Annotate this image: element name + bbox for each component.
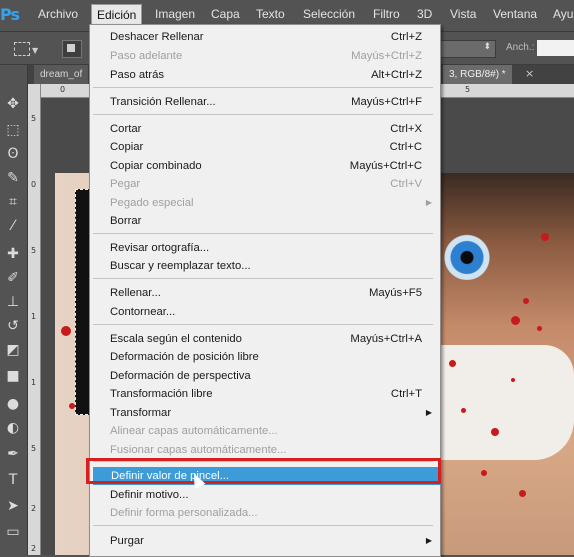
menu-item-deformacion-perspectiva[interactable]: Deformación de perspectiva	[90, 367, 438, 385]
menu-item-copiar-combinado[interactable]: Copiar combinado Mayús+Ctrl+C	[90, 157, 438, 175]
menu-item-deformacion-posicion[interactable]: Deformación de posición libre	[90, 348, 438, 366]
menu-item-definir-forma: Definir forma personalizada...	[110, 507, 258, 519]
paint-spot	[461, 408, 466, 413]
menu-item-paso-atras[interactable]: Paso atrás Alt+Ctrl+Z	[90, 66, 438, 84]
menu-item-transformar[interactable]: Transformar ▶	[90, 404, 438, 422]
menu-item-revisar-ortografia[interactable]: Revisar ortografía...	[90, 239, 438, 257]
width-label: Anch.:	[506, 42, 535, 53]
menu-item-pegar: Pegar Ctrl+V	[110, 178, 422, 190]
menu-item-transicion[interactable]: Transición Rellenar... Mayús+Ctrl+F	[90, 93, 438, 111]
pen-tool-icon[interactable]: ✒	[4, 445, 22, 463]
ruler-label: 2	[31, 544, 37, 553]
image-eye	[437, 230, 497, 280]
ruler-label: 1	[31, 378, 37, 387]
menu-capa[interactable]: Capa	[211, 7, 240, 21]
paint-spot	[523, 298, 529, 304]
menu-item-copiar[interactable]: Copiar Ctrl+C	[90, 138, 438, 156]
image-mask	[437, 345, 574, 460]
submenu-arrow-icon: ▶	[425, 198, 432, 207]
ruler-label: 2	[31, 504, 37, 513]
paint-spot	[511, 316, 520, 325]
stamp-tool-icon[interactable]: ⊥	[4, 293, 22, 311]
menu-item-transformacion-libre[interactable]: Transformación libre Ctrl+T	[90, 385, 438, 403]
menu-ayuda[interactable]: Ayu	[553, 7, 573, 21]
menu-item-definir-motivo[interactable]: Definir motivo...	[90, 486, 438, 504]
paint-spot	[511, 378, 515, 382]
menu-separator	[93, 87, 433, 88]
menu-item-cortar[interactable]: Cortar Ctrl+X	[90, 120, 438, 138]
ruler-label: 5	[31, 114, 37, 123]
menu-separator	[93, 324, 433, 325]
menu-filtro[interactable]: Filtro	[373, 7, 400, 21]
ruler-label: 5	[31, 246, 37, 255]
submenu-arrow-icon: ▶	[425, 536, 432, 545]
menu-item-rellenar[interactable]: Rellenar... Mayús+F5	[90, 284, 438, 302]
eraser-tool-icon[interactable]: ◩	[4, 341, 22, 359]
ruler-label: 1	[31, 312, 37, 321]
menu-imagen[interactable]: Imagen	[155, 7, 195, 21]
width-field[interactable]	[537, 40, 574, 56]
menu-item-deshacer[interactable]: Deshacer Rellenar Ctrl+Z	[90, 28, 438, 46]
chevron-down-icon[interactable]: ▼	[32, 46, 38, 55]
highlight-annotation-box	[86, 458, 441, 484]
gradient-tool-icon[interactable]: ■	[4, 367, 22, 385]
eyedropper-tool-icon[interactable]: ⁄	[4, 217, 22, 235]
brush-tool-icon[interactable]: ✐	[4, 269, 22, 287]
ruler-label: 5	[465, 85, 471, 94]
menu-ventana[interactable]: Ventana	[493, 7, 537, 21]
menu-item-contornear[interactable]: Contornear...	[90, 303, 438, 321]
shape-tool-icon[interactable]: ▭	[4, 523, 22, 541]
menu-item-pegado-especial: Pegado especial ▶	[90, 194, 438, 212]
menu-archivo[interactable]: Archivo	[38, 7, 78, 21]
menu-item-purgar[interactable]: Purgar ▶	[90, 532, 438, 550]
document-tab-2[interactable]: 3, RGB/8#) *	[443, 65, 512, 84]
dodge-tool-icon[interactable]: ◐	[4, 419, 22, 437]
menu-3d[interactable]: 3D	[417, 7, 432, 21]
ruler-label: 0	[31, 180, 37, 189]
menu-item-buscar-reemplazar[interactable]: Buscar y reemplazar texto...	[90, 257, 438, 275]
menu-item-alinear-capas: Alinear capas automáticamente...	[110, 425, 278, 437]
menu-separator	[93, 233, 433, 234]
tools-panel: ✥ ⬚ ʘ ✎ ⌗ ⁄ ✚ ✐ ⊥ ↺ ◩ ■ ● ◐ ✒ T ➤ ▭	[0, 65, 28, 555]
close-tab-icon[interactable]: ×	[525, 67, 534, 80]
paint-spot	[481, 470, 487, 476]
marquee-preset-icon[interactable]	[14, 42, 30, 56]
paint-spot	[519, 490, 526, 497]
ruler-label: 0	[60, 85, 66, 94]
crop-tool-icon[interactable]: ⌗	[4, 193, 22, 211]
quick-select-tool-icon[interactable]: ✎	[4, 169, 22, 187]
menu-seleccion[interactable]: Selección	[303, 7, 355, 21]
paint-spot	[61, 326, 71, 336]
paint-spot	[491, 428, 499, 436]
paint-spot	[537, 326, 542, 331]
menu-item-paso-adelante: Paso adelante Mayús+Ctrl+Z	[110, 50, 422, 62]
submenu-arrow-icon: ▶	[425, 408, 432, 417]
menu-separator	[93, 278, 433, 279]
menu-vista[interactable]: Vista	[450, 7, 476, 21]
new-selection-button[interactable]	[62, 40, 82, 58]
menu-texto[interactable]: Texto	[256, 7, 285, 21]
menu-item-escala-contenido[interactable]: Escala según el contenido Mayús+Ctrl+A	[90, 330, 438, 348]
lasso-tool-icon[interactable]: ʘ	[4, 145, 22, 163]
ruler-vertical: 5 0 5 1 1 5 2 2	[28, 84, 41, 555]
ruler-label: 5	[31, 444, 37, 453]
photoshop-logo: Ps	[0, 5, 20, 24]
menu-item-fusionar-capas: Fusionar capas automáticamente...	[110, 444, 287, 456]
document-tab-1[interactable]: dream_of	[34, 65, 89, 84]
marquee-tool-icon[interactable]: ⬚	[4, 121, 22, 139]
healing-brush-tool-icon[interactable]: ✚	[4, 245, 22, 263]
paint-spot	[69, 403, 75, 409]
menu-item-borrar[interactable]: Borrar	[90, 212, 438, 230]
history-brush-tool-icon[interactable]: ↺	[4, 317, 22, 335]
menu-separator	[93, 525, 433, 526]
menu-separator	[93, 114, 433, 115]
move-tool-icon[interactable]: ✥	[4, 95, 22, 113]
style-select[interactable]: ⬍	[438, 40, 496, 58]
chevron-updown-icon: ⬍	[483, 42, 491, 52]
path-select-tool-icon[interactable]: ➤	[4, 497, 22, 515]
paint-spot	[449, 360, 456, 367]
blur-tool-icon[interactable]: ●	[4, 395, 22, 413]
paint-spot	[541, 233, 549, 241]
type-tool-icon[interactable]: T	[4, 471, 22, 489]
